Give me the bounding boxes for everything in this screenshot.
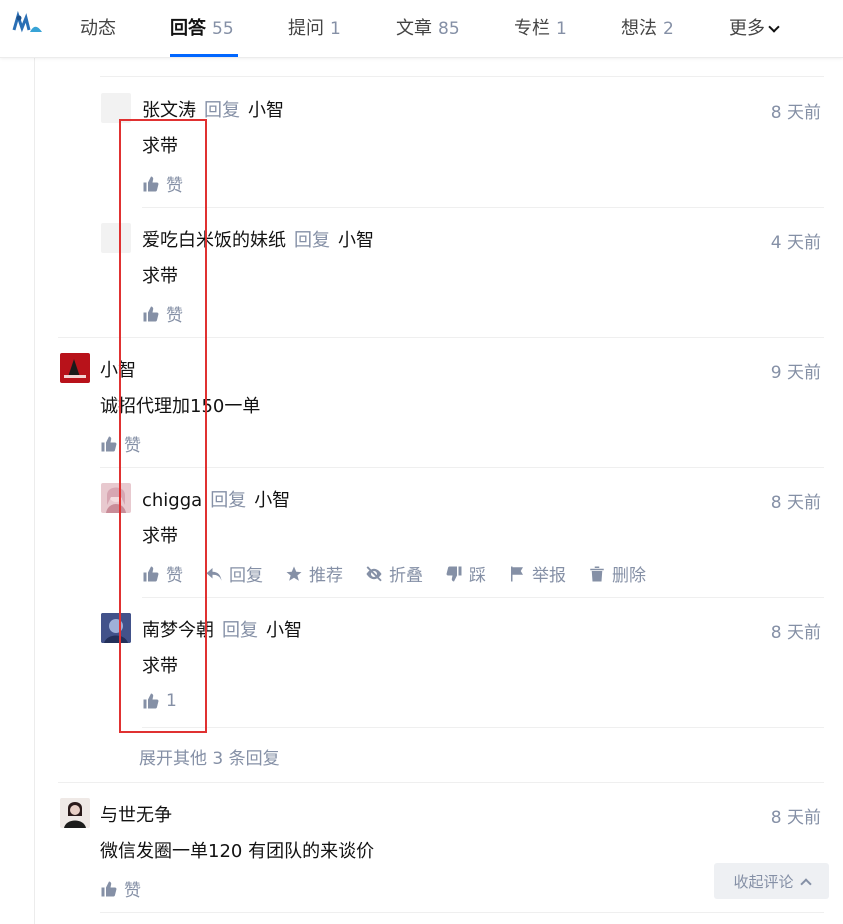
fold-button[interactable]: 折叠 xyxy=(365,561,423,586)
chevron-up-icon xyxy=(799,878,812,890)
reply-target[interactable]: 小智 xyxy=(266,620,302,641)
recommend-button[interactable]: 推荐 xyxy=(285,561,343,586)
like-button[interactable]: 赞 xyxy=(100,876,141,901)
avatar[interactable] xyxy=(60,798,90,828)
comment-time: 8 天前 xyxy=(770,103,821,123)
divider xyxy=(142,727,824,728)
thumbs-down-icon xyxy=(446,566,462,581)
divider xyxy=(142,207,824,208)
recommend-label: 推荐 xyxy=(309,566,343,586)
divider xyxy=(34,58,35,924)
trash-icon xyxy=(590,566,604,581)
reply-label: 回复 xyxy=(229,566,263,586)
tab-count: 55 xyxy=(212,19,234,39)
tab-label: 提问 xyxy=(288,18,324,39)
divider xyxy=(100,76,824,77)
eye-off-icon xyxy=(366,565,382,581)
divider xyxy=(142,597,824,598)
tab-count: 1 xyxy=(556,19,567,39)
reply-target[interactable]: 小智 xyxy=(338,230,374,251)
avatar[interactable] xyxy=(60,353,90,383)
reply-target[interactable]: 小智 xyxy=(248,100,284,121)
chevron-down-icon xyxy=(768,21,780,33)
tab-articles[interactable]: 文章 85 xyxy=(396,14,460,40)
reply-word: 回复 xyxy=(204,100,240,121)
thumbs-up-icon xyxy=(101,436,117,451)
comment-text: 微信发圈一单120 有团队的来谈价 xyxy=(100,841,375,862)
star-icon xyxy=(286,566,302,581)
profile-tab-bar: 动态 回答 55 提问 1 文章 85 专栏 1 想法 2 更多 xyxy=(0,0,843,58)
reply-word: 回复 xyxy=(222,620,258,641)
collapse-comments-button[interactable]: 收起评论 xyxy=(714,863,829,899)
tab-columns[interactable]: 专栏 1 xyxy=(514,14,567,40)
reply-target[interactable]: 小智 xyxy=(254,490,290,511)
tab-more[interactable]: 更多 xyxy=(729,14,780,40)
delete-label: 删除 xyxy=(612,566,646,586)
reply-word: 回复 xyxy=(294,230,330,251)
tab-thoughts[interactable]: 想法 2 xyxy=(621,14,674,40)
divider xyxy=(58,782,824,783)
report-button[interactable]: 举报 xyxy=(508,561,566,586)
report-label: 举报 xyxy=(532,566,566,586)
dislike-button[interactable]: 踩 xyxy=(445,561,486,586)
collapse-label: 收起评论 xyxy=(733,872,794,891)
reply-icon xyxy=(206,567,222,581)
tab-activity[interactable]: 动态 xyxy=(80,14,116,40)
fold-label: 折叠 xyxy=(389,566,423,586)
like-label: 赞 xyxy=(124,881,141,901)
comment-author[interactable]: 与世无争 xyxy=(100,805,172,826)
tab-count: 1 xyxy=(330,19,341,39)
comment-time: 8 天前 xyxy=(770,808,821,828)
user-avatar[interactable] xyxy=(10,10,44,38)
tab-questions[interactable]: 提问 1 xyxy=(288,14,341,40)
reply-word: 回复 xyxy=(210,490,247,511)
comment-author[interactable]: 张文涛 xyxy=(142,100,196,121)
reply-button[interactable]: 回复 xyxy=(205,561,263,586)
divider xyxy=(100,467,824,468)
tab-label: 动态 xyxy=(80,18,116,39)
divider xyxy=(100,912,824,913)
comment-time: 8 天前 xyxy=(770,493,821,513)
thumbs-up-icon xyxy=(101,881,117,896)
tab-count: 85 xyxy=(438,19,460,39)
dislike-label: 踩 xyxy=(469,566,486,586)
tab-answers[interactable]: 回答 55 xyxy=(170,14,234,40)
tab-label: 想法 xyxy=(621,18,657,39)
tab-label: 文章 xyxy=(396,18,432,39)
comment-time: 4 天前 xyxy=(770,233,821,253)
flag-icon xyxy=(511,566,523,581)
tab-label: 回答 xyxy=(170,18,206,39)
active-tab-indicator xyxy=(170,54,238,57)
comment-time: 9 天前 xyxy=(770,363,821,383)
tab-label: 专栏 xyxy=(514,18,550,39)
highlight-box xyxy=(119,119,207,733)
comment-time: 8 天前 xyxy=(770,623,821,643)
expand-replies-link[interactable]: 展开其他 3 条回复 xyxy=(139,744,280,769)
tab-label: 更多 xyxy=(729,18,765,39)
tab-count: 2 xyxy=(663,19,674,39)
delete-button[interactable]: 删除 xyxy=(588,561,646,586)
